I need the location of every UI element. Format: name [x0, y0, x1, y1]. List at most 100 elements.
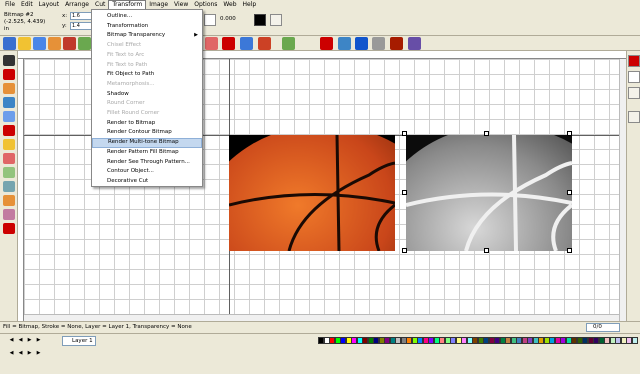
- menu-item-render-contour-bitmap[interactable]: Render Contour Bitmap: [92, 128, 202, 138]
- menu-item-transformation[interactable]: Transformation: [92, 22, 202, 32]
- menu-item-label: Metamorphosis...: [107, 80, 155, 87]
- trim-icon[interactable]: [282, 37, 295, 50]
- menu-item-label: Render to Bitmap: [107, 119, 156, 126]
- horizontal-scrollbar[interactable]: [24, 314, 619, 321]
- pick-tool-icon[interactable]: [3, 55, 15, 66]
- selection-handle-tr[interactable]: [567, 131, 572, 136]
- stroke-swatch[interactable]: [270, 14, 282, 26]
- selection-handle-mr[interactable]: [567, 190, 572, 195]
- menu-item-render-pattern-fill-bitmap[interactable]: Render Pattern Fill Bitmap: [92, 148, 202, 158]
- align-right-icon[interactable]: [628, 87, 640, 99]
- menu-item-render-to-bitmap[interactable]: Render to Bitmap: [92, 119, 202, 129]
- menu-item-label: Contour Object...: [107, 168, 154, 175]
- selection-handle-bc[interactable]: [484, 248, 489, 253]
- text-tool-icon[interactable]: [3, 83, 15, 94]
- eraser-tool-icon[interactable]: [3, 209, 15, 220]
- shape-tool-icon[interactable]: [3, 69, 15, 80]
- align-center-icon[interactable]: [628, 71, 640, 83]
- menu-item-label: Bitmap Transparency: [107, 32, 166, 39]
- fill-color-swatch[interactable]: [254, 14, 266, 26]
- refresh-icon[interactable]: [355, 37, 368, 50]
- app-window: File Edit Layout Arrange Cut Transform Image Vi…: [0, 0, 640, 374]
- menu-item-fillet-round-corner: Fillet Round Corner: [92, 109, 202, 119]
- group-icon[interactable]: [320, 37, 333, 50]
- menu-item-render-see-through-pattern[interactable]: Render See Through Pattern...: [92, 158, 202, 168]
- fill-tool-icon[interactable]: [3, 223, 15, 234]
- selection-handle-bl[interactable]: [402, 248, 407, 253]
- menu-arrange[interactable]: Arrange: [62, 0, 92, 10]
- menu-item-fit-object-to-path[interactable]: Fit Object to Path: [92, 70, 202, 80]
- angle-value: 0.000: [220, 16, 236, 22]
- menu-item-label: Fillet Round Corner: [107, 110, 160, 116]
- order-icon[interactable]: [372, 37, 385, 50]
- layer-bar: ◀ ◀ ▶ ▶ Layer 1: [0, 333, 640, 347]
- prev-page-icon[interactable]: ◀: [17, 337, 24, 344]
- spiral-tool-icon[interactable]: [3, 181, 15, 192]
- palette-swatch[interactable]: [631, 337, 638, 344]
- menu-item-label: Render Contour Bitmap: [107, 129, 172, 136]
- selection-handle-br[interactable]: [567, 248, 572, 253]
- break-icon[interactable]: [222, 37, 235, 50]
- menu-item-shadow[interactable]: Shadow: [92, 90, 202, 100]
- selection-handle-tl[interactable]: [402, 131, 407, 136]
- first-page-icon[interactable]: ◀: [8, 337, 15, 344]
- combine-icon[interactable]: [205, 37, 218, 50]
- menu-item-bitmap-transparency[interactable]: Bitmap Transparency ▶: [92, 31, 202, 41]
- selection-handle-ml[interactable]: [402, 190, 407, 195]
- menu-item-label: Decorative Cut: [107, 177, 149, 184]
- polygon-tool-icon[interactable]: [3, 167, 15, 178]
- rotate-icon[interactable]: [204, 14, 216, 26]
- weld-icon[interactable]: [240, 37, 253, 50]
- menu-edit[interactable]: Edit: [18, 0, 36, 10]
- menu-help[interactable]: Help: [240, 0, 260, 10]
- next-page-icon[interactable]: ▶: [26, 337, 33, 344]
- scroll-prev-icon[interactable]: ◀: [17, 350, 24, 357]
- lock-icon[interactable]: [390, 37, 403, 50]
- menu-item-round-corner: Round Corner: [92, 99, 202, 109]
- menu-item-contour-object[interactable]: Contour Object...: [92, 167, 202, 177]
- menu-item-label: Chisel Effect: [107, 42, 142, 49]
- knife-tool-icon[interactable]: [3, 195, 15, 206]
- distribute-icon[interactable]: [628, 111, 640, 123]
- menu-item-label: Render Multi-tone Bitmap: [108, 139, 179, 146]
- magnet-icon[interactable]: [63, 37, 76, 50]
- layer-tab[interactable]: Layer 1: [62, 336, 96, 346]
- selection-handle-tc[interactable]: [484, 131, 489, 136]
- basketball-multitone-image[interactable]: [406, 135, 572, 251]
- open-icon[interactable]: [3, 37, 16, 50]
- node-icon[interactable]: [78, 37, 91, 50]
- menu-item-label: Outline...: [107, 13, 133, 19]
- vertical-scrollbar[interactable]: [619, 59, 626, 321]
- ungroup-icon[interactable]: [338, 37, 351, 50]
- menu-item-metamorphosis: Metamorphosis...: [92, 80, 202, 90]
- pen-tool-icon[interactable]: [3, 125, 15, 136]
- scroll-next-icon[interactable]: ▶: [26, 350, 33, 357]
- bottom-toolbar: ◀ ◀ ▶ ▶: [0, 347, 640, 361]
- menu-item-label: Render See Through Pattern...: [107, 158, 190, 165]
- menu-file[interactable]: File: [2, 0, 18, 10]
- submenu-arrow-icon: ▶: [194, 32, 198, 39]
- zoom-tool-icon[interactable]: [3, 97, 15, 108]
- align-left-icon[interactable]: [628, 55, 640, 67]
- scroll-last-icon[interactable]: ▶: [35, 350, 42, 357]
- bottom-toolbar-2: [0, 361, 640, 374]
- menu-item-chisel-effect: Chisel Effect: [92, 41, 202, 51]
- transform-menu: Outline... Transformation Bitmap Transpare…: [91, 9, 203, 187]
- pan-tool-icon[interactable]: [3, 111, 15, 122]
- align-icon[interactable]: [408, 37, 421, 50]
- ellipse-tool-icon[interactable]: [3, 153, 15, 164]
- last-page-icon[interactable]: ▶: [35, 337, 42, 344]
- arc-icon[interactable]: [33, 37, 46, 50]
- folder-icon[interactable]: [18, 37, 31, 50]
- menu-item-outline[interactable]: Outline...: [92, 12, 202, 22]
- basketball-color-image[interactable]: [229, 135, 395, 251]
- menu-web[interactable]: Web: [220, 0, 239, 10]
- menu-item-decorative-cut[interactable]: Decorative Cut: [92, 177, 202, 187]
- menu-item-label: Round Corner: [107, 100, 145, 107]
- shape-icon[interactable]: [48, 37, 61, 50]
- rectangle-tool-icon[interactable]: [3, 139, 15, 150]
- menu-layout[interactable]: Layout: [36, 0, 62, 10]
- scroll-first-icon[interactable]: ◀: [8, 350, 15, 357]
- menu-item-render-multi-tone-bitmap[interactable]: Render Multi-tone Bitmap: [92, 138, 202, 148]
- intersect-icon[interactable]: [258, 37, 271, 50]
